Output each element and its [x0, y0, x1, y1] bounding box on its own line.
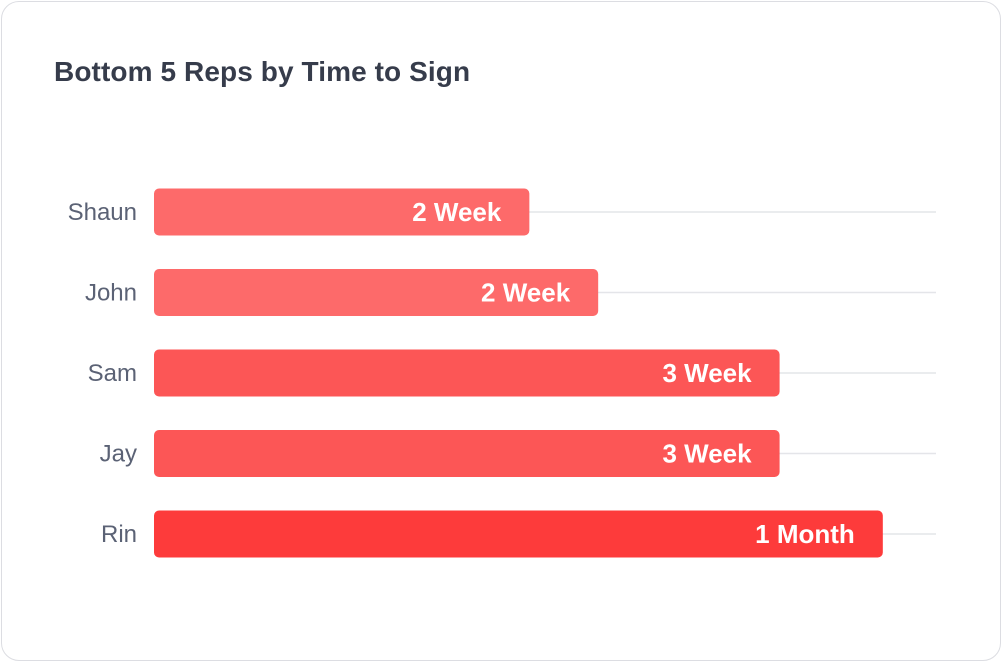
value-label-john: 2 Week	[481, 278, 571, 308]
category-label-john: John	[85, 280, 137, 307]
bars	[154, 188, 883, 558]
value-label-jay: 3 Week	[662, 439, 752, 469]
bar-chart: Shaun 2 Week John 2 Week Sam 3 Week Jay 3 Week R…	[68, 188, 936, 558]
category-label-jay: Jay	[100, 441, 137, 468]
category-label-shaun: Shaun	[68, 199, 137, 226]
category-label-rin: Rin	[101, 521, 137, 548]
category-label-sam: Sam	[88, 360, 137, 387]
value-label-rin: 1 Month	[755, 519, 855, 549]
value-label-sam: 3 Week	[662, 358, 752, 388]
value-label-shaun: 2 Week	[412, 197, 502, 227]
